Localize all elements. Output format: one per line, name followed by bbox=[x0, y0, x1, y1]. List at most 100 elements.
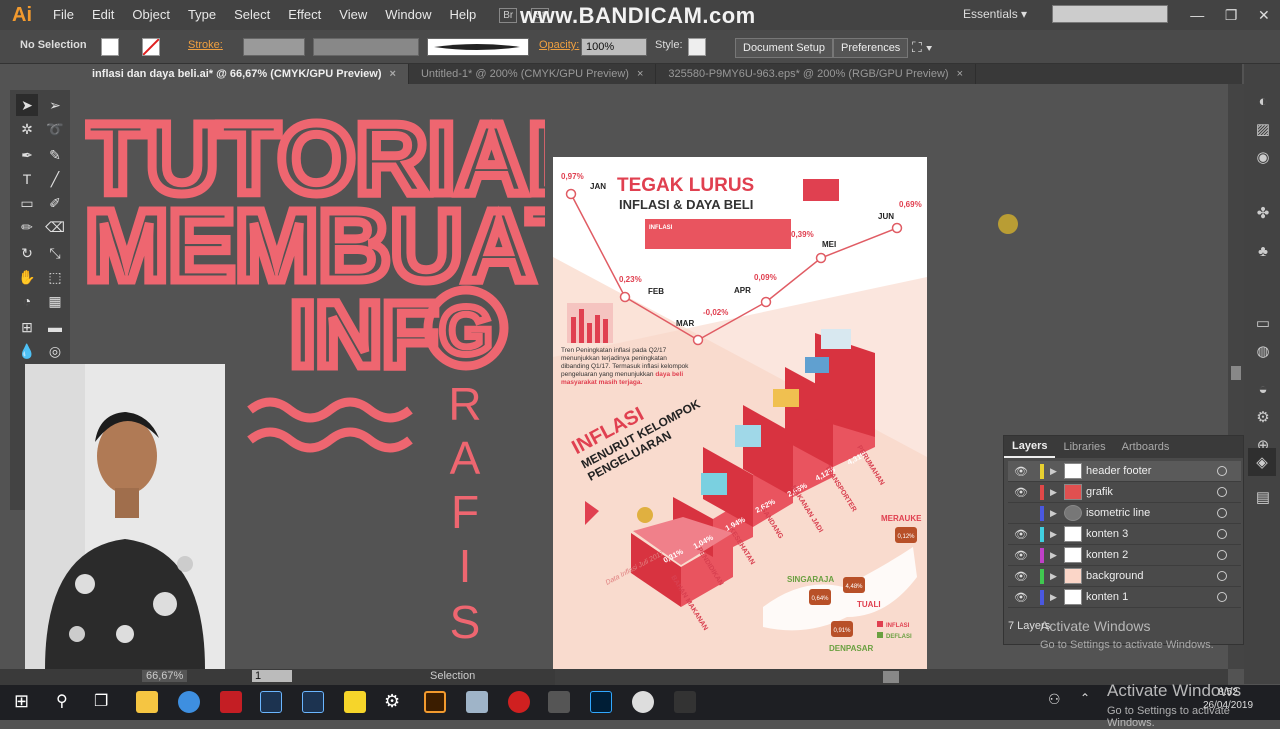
layer-row[interactable]: ▶ isometric line bbox=[1008, 503, 1241, 524]
warp-tool-icon[interactable]: ✋ bbox=[16, 266, 38, 288]
target-icon[interactable] bbox=[1217, 592, 1227, 602]
zoom-level[interactable]: 66,67% bbox=[142, 670, 188, 682]
appearance-icon[interactable]: ◉ bbox=[1254, 148, 1272, 166]
layer-name[interactable]: grafik bbox=[1086, 486, 1217, 498]
blend-tool-icon[interactable]: ◎ bbox=[44, 340, 66, 362]
pen-tool-icon[interactable]: ✒ bbox=[16, 144, 38, 166]
target-icon[interactable] bbox=[1217, 529, 1227, 539]
menu-object[interactable]: Object bbox=[123, 0, 179, 30]
document-setup-button[interactable]: Document Setup bbox=[735, 38, 833, 58]
menu-select[interactable]: Select bbox=[225, 0, 279, 30]
lasso-icon[interactable]: ➰ bbox=[44, 118, 66, 140]
expand-arrow-icon[interactable]: ▶ bbox=[1050, 508, 1064, 519]
opacity-label[interactable]: Opacity: bbox=[539, 39, 579, 51]
layer-name[interactable]: background bbox=[1086, 570, 1217, 582]
chrome-icon[interactable] bbox=[178, 691, 200, 713]
direct-selection-tool-icon[interactable]: ➢ bbox=[44, 94, 66, 116]
brushes-icon[interactable]: ✤ bbox=[1254, 204, 1272, 222]
maximize-button[interactable]: ❐ bbox=[1225, 7, 1238, 24]
layer-row[interactable]: 👁 ▶ konten 3 bbox=[1008, 524, 1241, 545]
layer-row[interactable]: 👁 ▶ konten 1 bbox=[1008, 587, 1241, 608]
close-button[interactable]: ✕ bbox=[1258, 7, 1270, 24]
expand-arrow-icon[interactable]: ▶ bbox=[1050, 592, 1064, 603]
opacity-field[interactable]: 100% bbox=[581, 38, 647, 56]
workspace-switcher[interactable]: Essentials ▾ bbox=[963, 7, 1027, 21]
artboard-number[interactable]: 1 bbox=[252, 670, 292, 682]
close-icon[interactable]: × bbox=[390, 68, 396, 80]
expand-arrow-icon[interactable]: ▶ bbox=[1050, 466, 1064, 477]
menu-type[interactable]: Type bbox=[179, 0, 225, 30]
app-icon[interactable] bbox=[548, 691, 570, 713]
eye-icon[interactable]: 👁 bbox=[1008, 570, 1034, 583]
layer-row[interactable]: 👁 ▶ header footer bbox=[1008, 461, 1241, 482]
app-icon[interactable] bbox=[466, 691, 488, 713]
layer-name[interactable]: isometric line bbox=[1086, 507, 1217, 519]
free-transform-icon[interactable]: ⬚ bbox=[44, 266, 66, 288]
selection-tool-icon[interactable]: ➤ bbox=[16, 94, 38, 116]
search-input[interactable] bbox=[1052, 5, 1168, 23]
menu-edit[interactable]: Edit bbox=[83, 0, 123, 30]
color-panel-icon[interactable]: ◐ bbox=[1254, 92, 1272, 110]
close-icon[interactable]: × bbox=[637, 68, 643, 80]
sticky-notes-icon[interactable] bbox=[344, 691, 366, 713]
variable-width-select[interactable] bbox=[313, 38, 419, 56]
menu-effect[interactable]: Effect bbox=[279, 0, 330, 30]
layers-panel-icon[interactable]: ◈ bbox=[1248, 448, 1276, 476]
task-view-icon[interactable]: ❐ bbox=[94, 691, 116, 713]
lightroom-icon[interactable] bbox=[260, 691, 282, 713]
stroke-weight-field[interactable] bbox=[243, 38, 305, 56]
paintbrush-icon[interactable]: ✐ bbox=[44, 192, 66, 214]
menu-help[interactable]: Help bbox=[440, 0, 485, 30]
stroke-panel-icon[interactable]: ▭ bbox=[1254, 314, 1272, 332]
record-icon[interactable] bbox=[508, 691, 530, 713]
menu-view[interactable]: View bbox=[330, 0, 376, 30]
tab-eps[interactable]: 325580-P9MY6U-963.eps* @ 200% (RGB/GPU P… bbox=[656, 64, 977, 84]
brush-definition-select[interactable] bbox=[427, 38, 529, 56]
app-icon[interactable] bbox=[220, 691, 242, 713]
target-icon[interactable] bbox=[1217, 508, 1227, 518]
expand-arrow-icon[interactable]: ▶ bbox=[1050, 529, 1064, 540]
gradient-panel-icon[interactable]: ◍ bbox=[1254, 342, 1272, 360]
preferences-button[interactable]: Preferences bbox=[833, 38, 909, 58]
close-icon[interactable]: × bbox=[957, 68, 963, 80]
perspective-grid-icon[interactable]: ▦ bbox=[44, 290, 66, 312]
expand-arrow-icon[interactable]: ▶ bbox=[1050, 550, 1064, 561]
curvature-tool-icon[interactable]: ✎ bbox=[44, 144, 66, 166]
stroke-label[interactable]: Stroke: bbox=[188, 39, 223, 51]
layer-row[interactable]: 👁 ▶ grafik bbox=[1008, 482, 1241, 503]
windows-start-icon[interactable]: ⊞ bbox=[14, 691, 36, 713]
tab-untitled[interactable]: Untitled-1* @ 200% (CMYK/GPU Preview) × bbox=[409, 64, 657, 84]
shape-builder-icon[interactable]: ◔ bbox=[16, 290, 38, 312]
scale-tool-icon[interactable]: ⤡ bbox=[44, 242, 66, 264]
arrange-icon[interactable]: ⛶ ▾ bbox=[912, 39, 933, 56]
system-clock[interactable]: 8:52 26/04/2019 bbox=[1203, 686, 1253, 712]
pencil-tool-icon[interactable]: ✏ bbox=[16, 216, 38, 238]
video-editor-icon[interactable] bbox=[674, 691, 696, 713]
transparency-icon[interactable]: ◒ bbox=[1254, 380, 1272, 398]
align-icon[interactable]: ⚙ bbox=[1254, 408, 1272, 426]
people-icon[interactable]: ⚇ bbox=[1048, 691, 1070, 713]
target-icon[interactable] bbox=[1217, 550, 1227, 560]
stroke-swatch[interactable] bbox=[142, 38, 160, 56]
eye-icon[interactable]: 👁 bbox=[1008, 486, 1034, 499]
illustrator-taskbar-icon[interactable] bbox=[424, 691, 446, 713]
line-tool-icon[interactable]: ╱ bbox=[44, 168, 66, 190]
file-explorer-icon[interactable] bbox=[136, 691, 158, 713]
search-icon[interactable]: ⚲ bbox=[56, 691, 78, 713]
eye-icon[interactable]: 👁 bbox=[1008, 465, 1034, 478]
eye-icon[interactable]: 👁 bbox=[1008, 591, 1034, 604]
artboard-infographic[interactable]: TEGAK LURUS INFLASI & DAYA BELI INFLASI … bbox=[553, 157, 927, 669]
menu-window[interactable]: Window bbox=[376, 0, 440, 30]
target-icon[interactable] bbox=[1217, 571, 1227, 581]
tab-inflasi[interactable]: inflasi dan daya beli.ai* @ 66,67% (CMYK… bbox=[80, 64, 409, 84]
tab-layers[interactable]: Layers bbox=[1004, 436, 1056, 458]
layer-row[interactable]: 👁 ▶ konten 2 bbox=[1008, 545, 1241, 566]
menu-file[interactable]: File bbox=[44, 0, 83, 30]
target-icon[interactable] bbox=[1217, 487, 1227, 497]
bridge-button[interactable]: Br bbox=[499, 7, 518, 23]
layer-name[interactable]: konten 1 bbox=[1086, 591, 1217, 603]
type-tool-icon[interactable]: T bbox=[16, 168, 38, 190]
layer-name[interactable]: konten 3 bbox=[1086, 528, 1217, 540]
graphic-style-swatch[interactable] bbox=[688, 38, 706, 56]
fill-swatch[interactable] bbox=[101, 38, 119, 56]
